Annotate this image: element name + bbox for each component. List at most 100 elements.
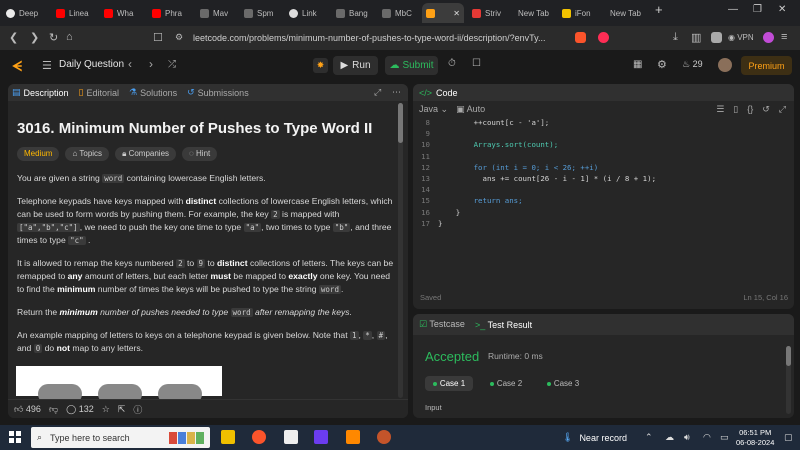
avatar[interactable] (718, 58, 732, 72)
clock[interactable]: 06:51 PM 06-08-2024 (736, 428, 774, 448)
case-2-button[interactable]: Case 2 (483, 376, 529, 391)
bookmark-icon[interactable]: ☐ (153, 31, 163, 44)
home-icon[interactable]: ⌂ (66, 31, 73, 43)
layout-icon[interactable]: ▦ (633, 59, 642, 70)
browser-tab[interactable]: New Tab (514, 3, 554, 23)
browser-tab[interactable]: Wha (100, 3, 142, 23)
language-select[interactable]: Java ⌄ (419, 104, 448, 115)
help-button[interactable]: ⓘ (133, 403, 142, 416)
wallet-icon[interactable] (711, 32, 722, 43)
browser-tab[interactable]: New Tab (606, 3, 646, 23)
speaker-icon[interactable]: 🔊︎ (684, 432, 690, 443)
browser-tab[interactable]: Phra (148, 3, 190, 23)
browser-tab[interactable]: Mav (196, 3, 236, 23)
problem-list-icon[interactable]: ☰ (42, 59, 52, 72)
tab-description[interactable]: ▤ Description (12, 87, 69, 98)
reset-code-icon[interactable]: ↺ (762, 104, 770, 115)
debug-icon[interactable]: ✸ (313, 58, 328, 73)
leetcode-logo-icon[interactable]: ᗕ (12, 58, 22, 75)
shuffle-icon[interactable]: ⤮ (168, 59, 176, 70)
wifi-icon[interactable]: ◠ (703, 432, 711, 443)
brave-rewards-icon[interactable] (598, 32, 609, 43)
forward-icon[interactable]: ❯ (30, 31, 39, 44)
case-1-button[interactable]: Case 1 (425, 376, 473, 391)
address-toolbar: ❮ ❯ ↻ ⌂ ☐ ⚙ leetcode.com/problems/minimu… (0, 26, 800, 50)
description-scrollbar[interactable] (398, 103, 403, 398)
sidebar-icon[interactable]: ▥ (691, 31, 701, 44)
code-area[interactable]: 8 ++count[c - 'a']; 9 10 Arrays.sort(cou… (413, 117, 794, 229)
tab-solutions[interactable]: ⚗ Solutions (129, 87, 177, 98)
menu-icon[interactable]: ≡ (781, 31, 787, 43)
scrollbar-thumb[interactable] (398, 103, 403, 143)
close-window-icon[interactable]: ✕ (778, 4, 786, 15)
vlc-icon[interactable] (346, 430, 360, 444)
run-button[interactable]: ▶ Run (333, 56, 378, 75)
browser-tab[interactable]: Deep (2, 3, 46, 23)
next-problem-icon[interactable]: › (149, 57, 153, 71)
notes-icon[interactable]: ☐ (472, 58, 481, 69)
expand-icon[interactable]: ⤢ (374, 87, 381, 98)
browser-tab[interactable]: Bang (332, 3, 374, 23)
notification-icon[interactable]: ▢ (784, 432, 793, 443)
case-3-button[interactable]: Case 3 (540, 376, 586, 391)
browser-tab[interactable]: MbC (378, 3, 420, 23)
problem-title[interactable]: 3016. Minimum Number of Pushes to Type W… (17, 120, 395, 137)
minimize-icon[interactable]: — (728, 4, 738, 15)
share-button[interactable]: ⇱ (118, 404, 126, 415)
tab-test-result[interactable]: >_ Test Result (475, 320, 532, 330)
taskbar-search-input[interactable]: ⌕ Type here to search (31, 427, 210, 448)
dislike-button[interactable]: 👎︎ (49, 404, 58, 415)
brave-ai-icon[interactable] (763, 32, 774, 43)
back-icon[interactable]: ❮ (9, 31, 18, 44)
browser-tab[interactable]: Spm (240, 3, 280, 23)
more-icon[interactable]: ⋯ (392, 87, 401, 98)
weather-widget[interactable]: 🌡︎ Near record (562, 432, 627, 443)
tab-editorial[interactable]: ▯ Editorial (79, 87, 119, 98)
restore-icon[interactable]: ❐ (753, 4, 762, 15)
brave-browser-icon[interactable] (252, 430, 266, 444)
prev-problem-icon[interactable]: ‹ (128, 57, 132, 71)
topics-tag[interactable]: ⌂ Topics (65, 147, 110, 161)
url-field[interactable]: leetcode.com/problems/minimum-number-of-… (193, 30, 563, 46)
premium-button[interactable]: Premium (741, 56, 792, 75)
daily-question-link[interactable]: Daily Question (59, 59, 124, 70)
notes-icon[interactable]: ☰ (716, 104, 724, 115)
intellij-icon[interactable] (314, 430, 328, 444)
tab-testcase[interactable]: ☑ Testcase (419, 319, 465, 330)
windows-start-icon[interactable] (9, 431, 21, 443)
browser-tab[interactable]: iFon (558, 3, 598, 23)
chrome-icon[interactable] (377, 430, 391, 444)
companies-tag[interactable]: 🔒︎ Companies (115, 147, 177, 161)
file-explorer-icon[interactable] (221, 430, 235, 444)
close-icon[interactable]: ✕ (453, 9, 460, 18)
browser-tab[interactable]: Linea (52, 3, 94, 23)
favorite-button[interactable]: ☆ (102, 404, 110, 415)
bookmark-icon[interactable]: ▯ (733, 104, 738, 115)
streak-counter[interactable]: ♨ 29 (682, 59, 703, 70)
fullscreen-icon[interactable]: ⤢ (779, 104, 786, 115)
format-code-icon[interactable]: {} (747, 104, 753, 115)
chevron-up-icon[interactable]: ⌃ (645, 432, 653, 443)
vpn-button[interactable]: ◉ VPN (728, 33, 754, 42)
comments-button[interactable]: ◯ 132 (66, 404, 94, 415)
submit-button[interactable]: ☁ Submit (385, 56, 438, 75)
test-scrollbar[interactable] (786, 346, 791, 414)
browser-tab[interactable]: Striv (468, 3, 508, 23)
downloads-icon[interactable]: ⤓ (673, 31, 678, 44)
site-info-icon[interactable]: ⚙ (175, 32, 183, 43)
browser-tab[interactable]: Link (285, 3, 327, 23)
like-button[interactable]: 👍︎ 496 (14, 404, 41, 415)
battery-icon[interactable]: ▭ (720, 432, 729, 443)
browser-tab-active[interactable]: ✕ (422, 3, 464, 23)
new-tab-icon[interactable]: + (655, 2, 663, 17)
tab-submissions[interactable]: ↺ Submissions (187, 87, 249, 98)
scrollbar-thumb[interactable] (786, 346, 791, 366)
cloud-icon[interactable]: ☁ (665, 432, 674, 443)
mode-toggle[interactable]: ▣ Auto (456, 104, 485, 115)
reload-icon[interactable]: ↻ (49, 31, 58, 44)
timer-icon[interactable]: ⏱ (448, 58, 456, 69)
notion-icon[interactable] (284, 430, 298, 444)
hint-tag[interactable]: ◌ Hint (182, 147, 218, 161)
settings-gear-icon[interactable]: ⚙ (657, 58, 667, 71)
brave-shield-icon[interactable] (575, 32, 586, 43)
